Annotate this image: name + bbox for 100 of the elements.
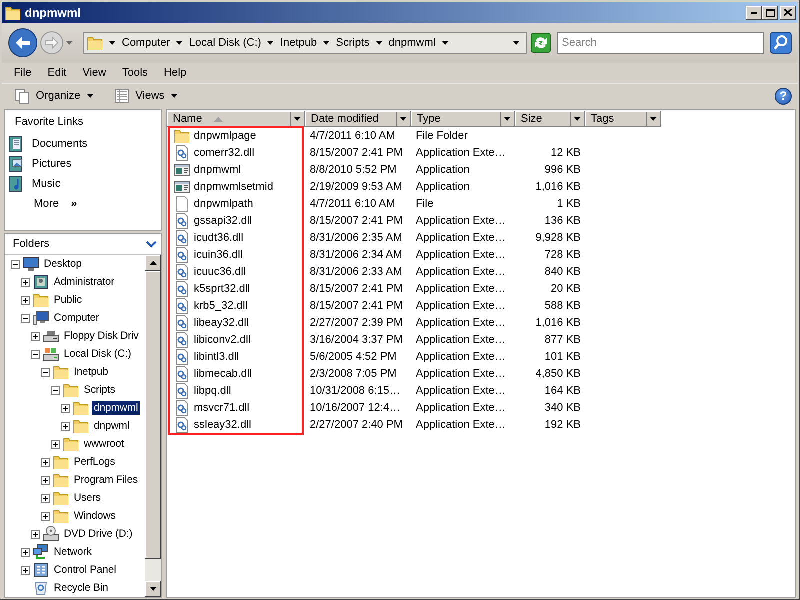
- column-header[interactable]: Tags: [585, 111, 661, 127]
- file-type: Application Exte…: [416, 282, 506, 294]
- file-name[interactable]: dnpmwmlsetmid: [194, 180, 274, 192]
- breadcrumb[interactable]: Scripts: [336, 37, 370, 49]
- drive-icon: [43, 328, 59, 344]
- caret-icon: [66, 41, 73, 45]
- menu-item[interactable]: Tools: [114, 67, 156, 79]
- modified-date: 10/31/2008 6:15…: [310, 384, 401, 396]
- file-name[interactable]: icuuc36.dll: [194, 266, 246, 278]
- folder-icon: [53, 508, 69, 524]
- favorite-link[interactable]: Pictures: [32, 158, 72, 170]
- breadcrumb[interactable]: dnpmwml: [388, 37, 436, 49]
- breadcrumb[interactable]: Inetpub: [280, 37, 318, 49]
- tree-item[interactable]: Desktop: [42, 257, 84, 271]
- list-view-icon: [114, 88, 130, 104]
- file-size: 164 KB: [544, 384, 581, 396]
- file-name[interactable]: libpq.dll: [194, 384, 232, 396]
- modified-date: 8/15/2007 2:41 PM: [310, 214, 403, 226]
- refresh-icon: [531, 33, 551, 53]
- scroll-up-button[interactable]: [145, 255, 161, 271]
- tree-item[interactable]: Windows: [72, 509, 118, 523]
- file-name[interactable]: gssapi32.dll: [194, 214, 252, 226]
- tree-item[interactable]: Floppy Disk Driv: [62, 329, 141, 343]
- file-size: 101 KB: [544, 350, 581, 362]
- tree-item[interactable]: PerfLogs: [72, 455, 118, 469]
- tree-item[interactable]: Local Disk (C:): [62, 347, 134, 361]
- caret-icon: [442, 41, 449, 45]
- close-button[interactable]: [780, 6, 796, 20]
- file-size: 1 KB: [557, 198, 581, 210]
- search-field[interactable]: Search: [557, 32, 764, 54]
- file-name[interactable]: krb5_32.dll: [194, 300, 248, 312]
- modified-date: 4/7/2011 6:10 AM: [310, 130, 396, 142]
- file-name[interactable]: ssleay32.dll: [194, 418, 252, 430]
- tree-item[interactable]: Computer: [52, 311, 102, 325]
- file-name[interactable]: k5sprt32.dll: [194, 282, 250, 294]
- breadcrumb[interactable]: Computer: [122, 37, 170, 49]
- tree-item[interactable]: Scripts: [82, 383, 118, 397]
- toolbar-button[interactable]: Views: [110, 86, 182, 106]
- file-name[interactable]: icudt36.dll: [194, 232, 244, 244]
- file-type: File: [416, 198, 434, 210]
- file-name[interactable]: libeay32.dll: [194, 316, 250, 328]
- tree-item[interactable]: Users: [72, 491, 103, 505]
- folder-icon: [53, 364, 69, 380]
- tree-item[interactable]: dnpmwml: [92, 401, 140, 415]
- file-size: 877 KB: [544, 334, 581, 346]
- minimize-button[interactable]: [746, 6, 762, 20]
- breadcrumb[interactable]: Local Disk (C:): [189, 37, 262, 49]
- back-button[interactable]: [8, 28, 38, 58]
- tree-item[interactable]: Network: [52, 545, 94, 559]
- modified-date: 3/16/2004 3:37 PM: [310, 334, 403, 346]
- file-size: 4,850 KB: [536, 368, 581, 380]
- scroll-down-button[interactable]: [145, 581, 161, 597]
- tree-item[interactable]: Inetpub: [72, 365, 110, 379]
- column-header[interactable]: Date modified: [305, 111, 411, 127]
- folder-icon: [53, 454, 69, 470]
- modified-date: 10/16/2007 12:4…: [310, 402, 401, 414]
- modified-date: 8/31/2006 2:34 AM: [310, 248, 402, 260]
- tree-item[interactable]: DVD Drive (D:): [62, 527, 135, 541]
- caret-icon: [109, 41, 116, 45]
- forward-button[interactable]: [40, 31, 64, 55]
- column-header[interactable]: Size: [515, 111, 585, 127]
- file-name[interactable]: libiconv2.dll: [194, 334, 251, 346]
- file-name[interactable]: comerr32.dll: [194, 146, 255, 158]
- more-chevron[interactable]: »: [71, 198, 78, 210]
- tree-item[interactable]: Control Panel: [52, 563, 118, 577]
- tree-item[interactable]: wwwroot: [82, 437, 126, 451]
- favorite-link[interactable]: Documents: [32, 138, 88, 150]
- column-header[interactable]: Name: [167, 111, 305, 127]
- tree-item[interactable]: Public: [52, 293, 84, 307]
- scroll-thumb[interactable]: [145, 271, 161, 559]
- column-header[interactable]: Type: [411, 111, 515, 127]
- file-type: Application Exte…: [416, 232, 506, 244]
- menu-item[interactable]: Help: [156, 67, 195, 79]
- file-size: 996 KB: [544, 164, 581, 176]
- refresh-button[interactable]: [531, 33, 551, 53]
- tree-item[interactable]: Program Files: [72, 473, 140, 487]
- menu-item[interactable]: Edit: [40, 67, 75, 79]
- dropdown-caret-icon: [574, 117, 581, 121]
- file-name[interactable]: dnpwmlpath: [194, 198, 254, 210]
- tree-item[interactable]: Recycle Bin: [52, 581, 110, 595]
- file-type: Application Exte…: [416, 300, 506, 312]
- menu-item[interactable]: View: [74, 67, 114, 79]
- address-bar[interactable]: Computer Local Disk (C:) Inetpub Scripts dnpmwml: [83, 32, 527, 54]
- menu-item[interactable]: File: [6, 67, 40, 79]
- file-name[interactable]: libmecab.dll: [194, 368, 252, 380]
- file-name[interactable]: dnpwmlpage: [194, 130, 256, 142]
- file-name[interactable]: libintl3.dll: [194, 350, 240, 362]
- history-dropdown[interactable]: [66, 41, 73, 45]
- search-button[interactable]: [770, 32, 792, 54]
- maximize-button[interactable]: [762, 6, 778, 20]
- file-name[interactable]: icuin36.dll: [194, 248, 243, 260]
- tree-item[interactable]: dnpwml: [92, 419, 132, 433]
- file-name[interactable]: msvcr71.dll: [194, 402, 250, 414]
- gear-page-icon: [174, 144, 190, 160]
- file-name[interactable]: dnpmwml: [194, 164, 242, 176]
- more-link[interactable]: More: [34, 198, 60, 210]
- favorite-link[interactable]: Music: [32, 178, 61, 190]
- tree-item[interactable]: Administrator: [52, 275, 117, 289]
- toolbar-button[interactable]: Organize: [10, 86, 98, 106]
- scrollbar-track[interactable]: [145, 255, 161, 597]
